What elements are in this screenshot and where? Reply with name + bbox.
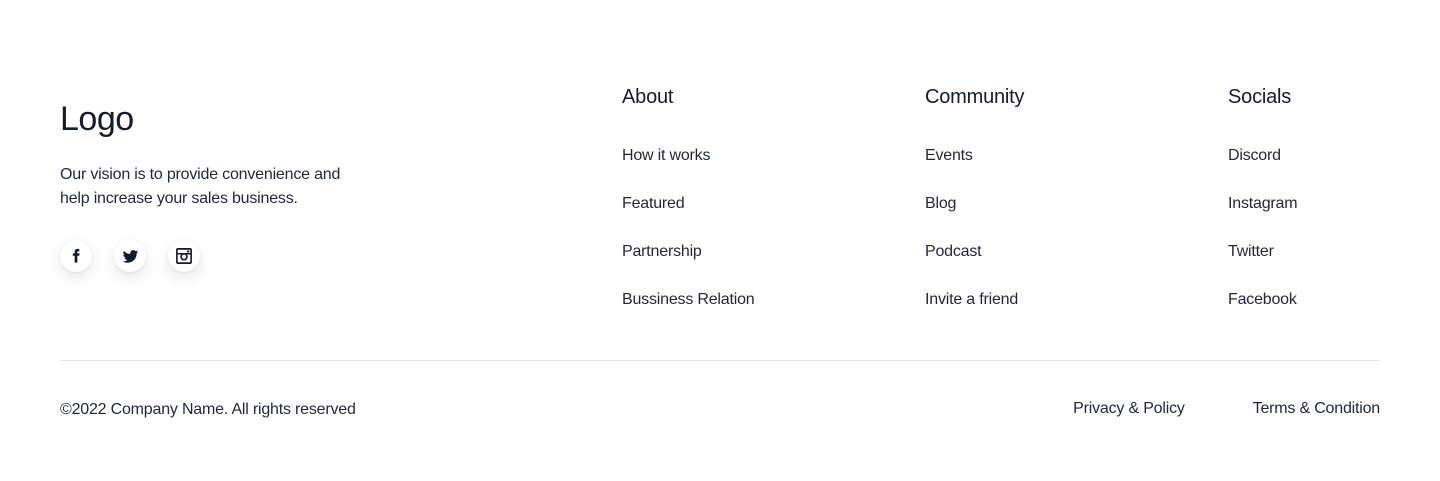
social-icons-row [60, 240, 200, 272]
link-partnership[interactable]: Partnership [622, 242, 754, 262]
link-facebook[interactable]: Facebook [1228, 290, 1297, 310]
community-links: Events Blog Podcast Invite a friend [925, 146, 1024, 310]
community-heading: Community [925, 86, 1025, 108]
logo[interactable]: Logo [60, 98, 134, 140]
legal-links: Privacy & Policy Terms & Condition [1073, 399, 1380, 419]
link-featured[interactable]: Featured [622, 194, 754, 214]
link-podcast[interactable]: Podcast [925, 242, 1024, 262]
facebook-icon [72, 248, 80, 263]
link-invite-friend[interactable]: Invite a friend [925, 290, 1024, 310]
link-blog[interactable]: Blog [925, 194, 1024, 214]
link-discord[interactable]: Discord [1228, 146, 1297, 166]
vision-text: Our vision is to provide convenience and… [60, 166, 341, 207]
link-how-it-works[interactable]: How it works [622, 146, 754, 166]
link-instagram[interactable]: Instagram [1228, 194, 1298, 214]
about-links: How it works Featured Partnership Bussin… [622, 146, 755, 310]
link-business-relation[interactable]: Bussiness Relation [622, 290, 755, 310]
link-twitter[interactable]: Twitter [1228, 242, 1297, 262]
privacy-policy-link[interactable]: Privacy & Policy [1073, 399, 1185, 419]
site-footer: Logo Our vision is to provide convenienc… [0, 0, 1440, 481]
twitter-button[interactable] [114, 240, 146, 272]
terms-condition-link[interactable]: Terms & Condition [1253, 399, 1381, 419]
twitter-icon [122, 249, 138, 263]
socials-links: Discord Instagram Twitter Facebook [1228, 146, 1298, 310]
link-events[interactable]: Events [925, 146, 1024, 166]
instagram-button[interactable] [168, 240, 200, 272]
copyright-text: ©2022 Company Name. All rights reserved [60, 401, 356, 418]
community-column: Community Events Blog Podcast Invite a f… [925, 84, 1025, 338]
socials-heading: Socials [1228, 86, 1292, 108]
footer-divider [60, 360, 1380, 361]
facebook-button[interactable] [60, 240, 92, 272]
about-column: About How it works Featured Partnership … [622, 84, 755, 338]
instagram-icon [176, 248, 192, 264]
socials-column: Socials Discord Instagram Twitter Facebo… [1228, 84, 1298, 338]
about-heading: About [622, 86, 674, 108]
